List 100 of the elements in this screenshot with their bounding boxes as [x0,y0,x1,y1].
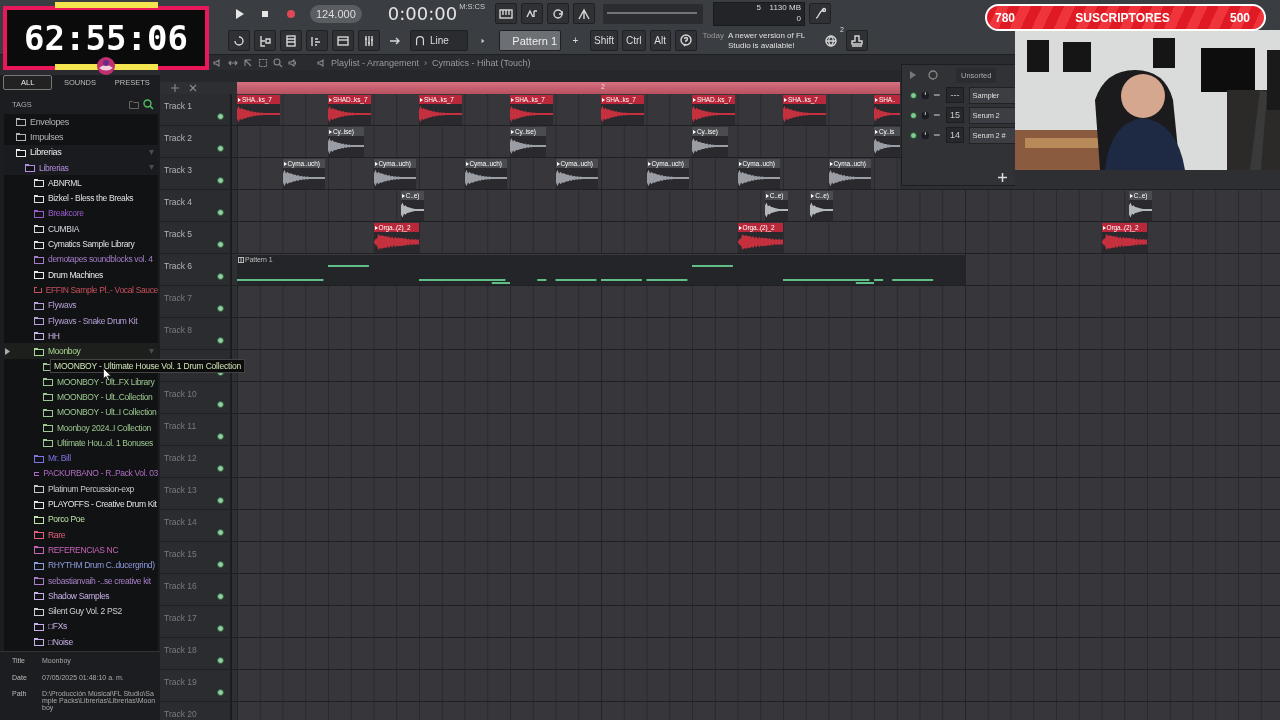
mute-button[interactable] [217,177,224,184]
knob-icon[interactable] [920,130,930,140]
mute-button[interactable] [217,657,224,664]
tree-item[interactable]: CUMBIA [4,221,158,237]
mute-button[interactable] [217,465,224,472]
mute-button[interactable] [217,497,224,504]
speaker-icon[interactable] [288,57,298,68]
tree-item[interactable]: Librerias [4,144,158,160]
tree-item[interactable]: REFERENCIAS NC [4,542,158,558]
mixer-button[interactable] [358,30,380,51]
list-icon [284,33,298,48]
mute-button[interactable] [217,145,224,152]
mute-button[interactable] [217,401,224,408]
mute-button[interactable] [217,689,224,696]
tree-item[interactable]: Platinum Percussion-exp [4,481,158,497]
dash-icon[interactable] [933,131,942,139]
breadcrumb-item[interactable]: Cymatics - Hihat (Touch) [432,57,531,68]
tree-item[interactable]: Flywavs - Snake Drum Kit [4,312,158,329]
steps-button[interactable] [306,30,328,51]
modifier-key[interactable]: Shift [590,30,618,51]
channel-led[interactable] [910,111,917,119]
dash-icon[interactable] [933,91,942,99]
tree-item[interactable]: Breakcore [4,205,158,222]
tree-item[interactable]: PLAYOFFS - Creative Drum Kit [4,496,158,512]
tree-item[interactable]: Drum Machines [4,266,158,283]
tree-button[interactable] [254,30,276,51]
tree-item[interactable]: Moonboy [4,343,158,359]
tree-item[interactable]: PACKURBANO - R..Pack Vol. 03 [4,465,158,482]
tree-item[interactable]: MOONBOY - Ult..Collection [4,389,158,405]
mute-button[interactable] [217,305,224,312]
slice-icon[interactable] [243,57,253,68]
track-name: Track 8 [164,325,193,335]
tree-item[interactable]: Ultimate Hou..ol. 1 Bonuses [4,435,158,451]
mute-button[interactable] [217,529,224,536]
mute-button[interactable] [217,593,224,600]
mixer-track-field[interactable]: 15 [946,107,964,123]
mute-button[interactable] [217,113,224,120]
window-button[interactable] [332,30,354,51]
mute-button[interactable] [217,337,224,344]
knob-icon[interactable] [920,90,930,100]
tree-item[interactable]: MOONBOY - Ult..I Collection [4,404,158,420]
close-icon[interactable] [188,83,198,93]
tree-item[interactable]: □Noise [4,634,158,650]
tree-item[interactable]: RHYTHM Drum C..ducergrind) [4,557,158,573]
tree-item[interactable]: EFFIN Sample Pl..- Vocal Sauce [4,282,158,298]
keyboard-button[interactable] [495,3,517,24]
news-message[interactable]: A newer version of FL Studio is available! [727,30,816,51]
help-button[interactable] [674,30,697,51]
mute-button[interactable] [217,561,224,568]
tree-item[interactable]: Porco Poe [4,511,158,527]
search-icon[interactable] [143,98,154,110]
select-icon[interactable] [258,57,268,68]
dial-icon[interactable] [928,70,938,80]
mute-button[interactable] [217,625,224,632]
modifier-key[interactable]: Ctrl [622,30,646,51]
stamp-button[interactable] [845,30,868,51]
mixer-track-field[interactable]: --- [946,87,964,103]
tree-item[interactable]: Impulses [4,129,158,145]
speaker-icon[interactable] [316,57,326,68]
list-button[interactable] [280,30,302,51]
mute-button[interactable] [217,273,224,280]
pattern-selector[interactable]: Pattern 1 [499,30,561,51]
knob-icon[interactable] [920,110,930,120]
tree-item[interactable]: Bizkel - Bless the Breaks [4,190,158,206]
tree-item[interactable]: Silent Guy Vol. 2 PS2 [4,603,158,619]
play-arrow-icon[interactable] [910,71,916,79]
loop-button[interactable] [547,3,569,24]
play-marker-icon [738,225,742,230]
tree-item[interactable]: Flywavs [4,297,158,313]
channel-led[interactable] [910,131,917,139]
tree-item[interactable]: Cymatics Sample Library [4,236,158,252]
tree-item[interactable]: ABNRML [4,175,158,191]
tree-item[interactable]: Rare [4,527,158,543]
speaker-icon[interactable] [213,57,223,68]
modifier-key[interactable]: Alt [649,30,671,51]
add-pattern-button[interactable]: + [565,30,586,51]
tree-item[interactable]: Envelopes [4,114,158,130]
mute-button[interactable] [217,209,224,216]
tree-item[interactable]: MOONBOY - Ult..FX Library [4,374,158,390]
tree-item[interactable]: Shadow Samples [4,588,158,604]
tree-item[interactable]: □FXs [4,618,158,635]
tree-item[interactable]: Moonboy 2024..I Collection [4,419,158,436]
folder-icon[interactable] [129,99,139,109]
tree-item[interactable]: Mr. Bill [4,450,158,466]
tree-item[interactable]: HH [4,328,158,344]
cable-button[interactable] [809,3,831,24]
snap-dropdown[interactable]: Line [410,30,468,51]
tempo-display[interactable]: 124.000 [310,4,362,23]
mixer-track-field[interactable]: 14 [946,127,964,143]
arrow-circle-button[interactable] [228,30,250,51]
mute-button[interactable] [217,241,224,248]
tree-item[interactable]: sebastianvaih -..se creative kit [4,572,158,589]
pitch-button[interactable] [573,3,595,24]
zoom-icon[interactable] [273,57,283,68]
dash-icon[interactable] [933,111,942,119]
tree-item[interactable]: demotapes soundblocks vol. 4 [4,251,158,267]
breadcrumb-item[interactable]: Playlist - Arrangement [331,57,420,68]
mute-button[interactable] [217,433,224,440]
typing-button[interactable] [521,3,543,24]
channel-led[interactable] [910,91,917,99]
